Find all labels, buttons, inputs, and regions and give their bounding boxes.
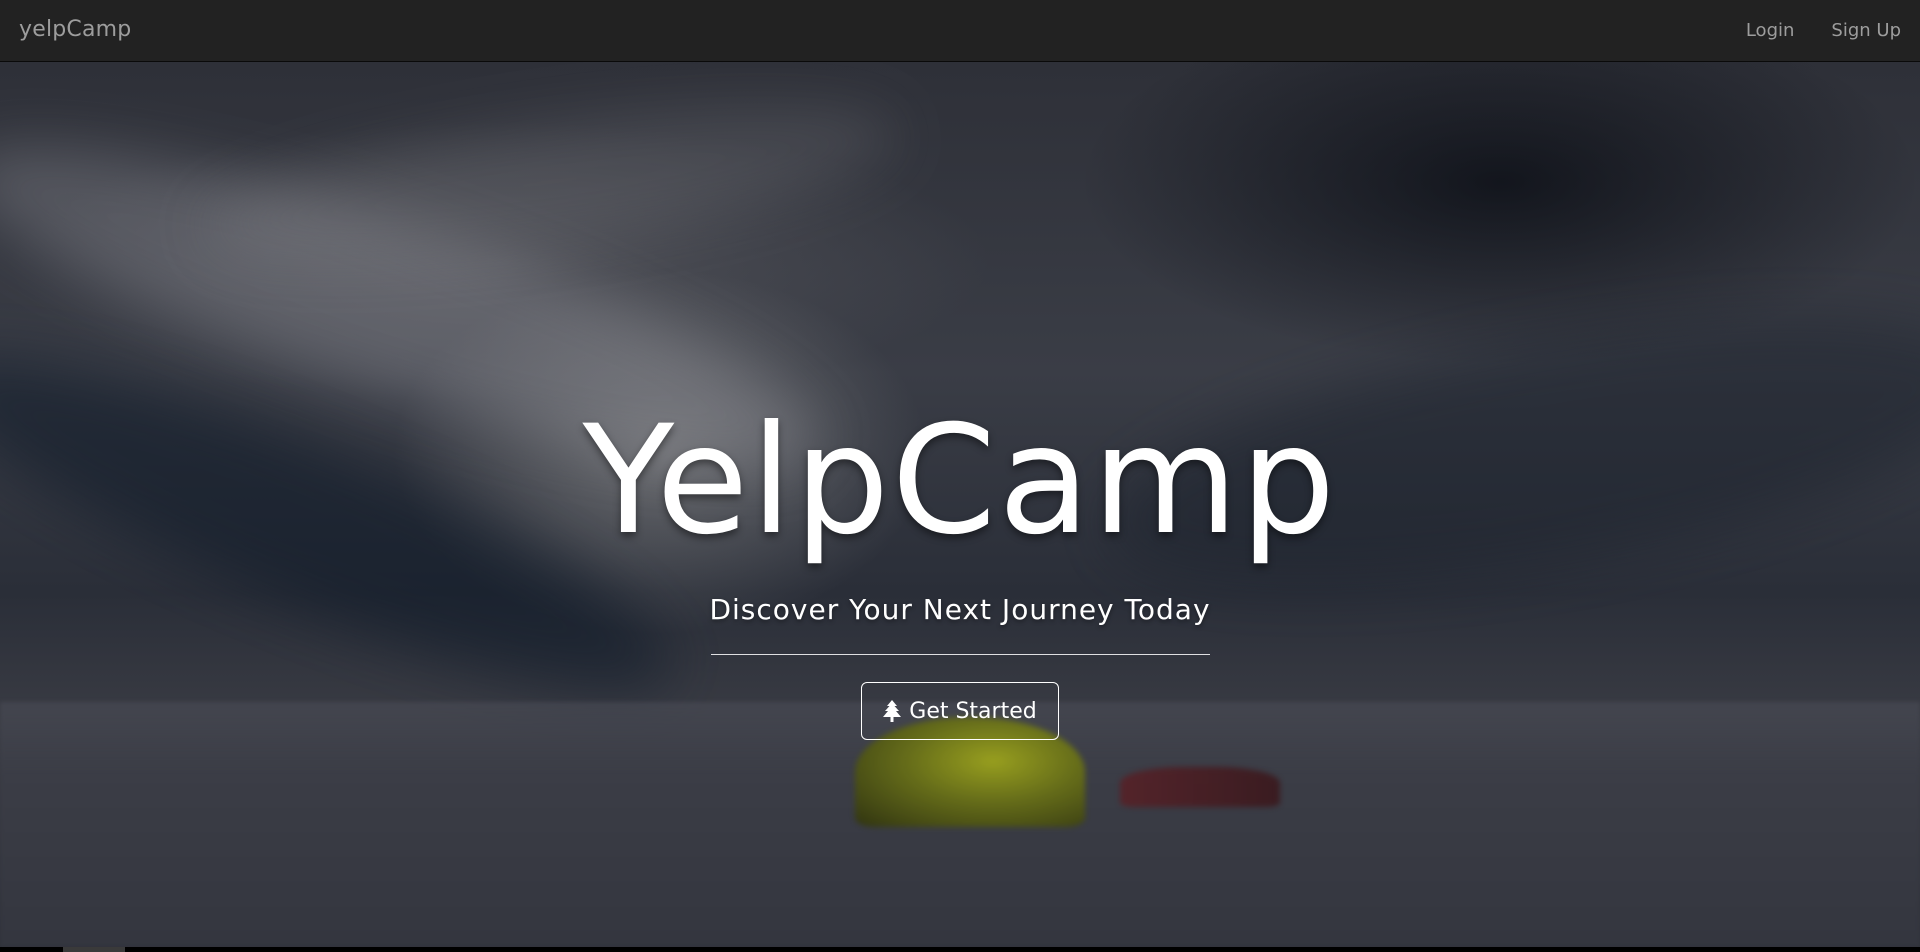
signup-link[interactable]: Sign Up: [1831, 20, 1901, 41]
get-started-label: Get Started: [909, 698, 1037, 724]
get-started-button[interactable]: Get Started: [861, 682, 1059, 740]
login-link[interactable]: Login: [1746, 20, 1795, 41]
scrollbar-thumb[interactable]: [63, 947, 125, 952]
hero-title: YelpCamp: [582, 394, 1338, 568]
navbar: yelpCamp Login Sign Up: [0, 0, 1920, 62]
nav-links: Login Sign Up: [1746, 20, 1901, 41]
hero-content: YelpCamp Discover Your Next Journey Toda…: [0, 62, 1920, 947]
hero-divider: [711, 654, 1210, 655]
horizontal-scrollbar[interactable]: [0, 947, 1920, 952]
hero-section: YelpCamp Discover Your Next Journey Toda…: [0, 62, 1920, 947]
brand-link[interactable]: yelpCamp: [19, 17, 131, 42]
hero-subtitle: Discover Your Next Journey Today: [709, 593, 1211, 626]
tree-icon: [883, 700, 902, 722]
